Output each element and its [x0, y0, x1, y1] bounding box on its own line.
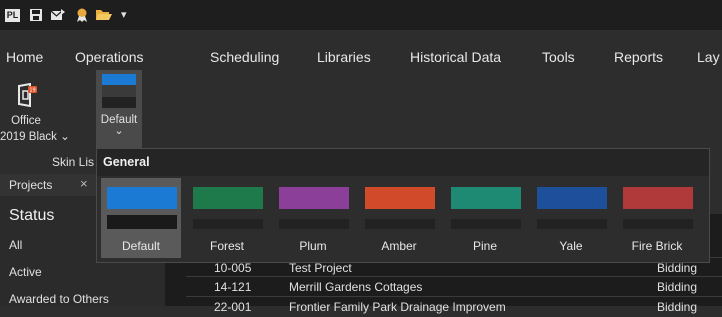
status-item-awarded[interactable]: Awarded to Others	[9, 292, 109, 306]
row-name: Test Project	[289, 261, 352, 275]
quick-access-toolbar: PL ▾	[0, 0, 722, 30]
ribbon-group-label: Skin Lis	[52, 155, 95, 169]
office-skin-label-2: 2019 Black ⌄	[0, 131, 70, 143]
chevron-down-icon: ⌄	[114, 125, 124, 137]
office-skin-label-1: Office	[11, 115, 41, 127]
close-icon[interactable]: ×	[80, 176, 88, 191]
swatch-yale[interactable]: Yale	[531, 178, 611, 258]
menu-home[interactable]: Home	[6, 44, 43, 70]
swatch-color	[107, 187, 177, 209]
swatch-color	[623, 187, 693, 209]
menu-reports[interactable]: Reports	[614, 44, 663, 70]
swatch-label: Default	[121, 239, 161, 253]
swatch-color	[451, 187, 521, 209]
tab-projects[interactable]: Projects ×	[0, 174, 100, 196]
swatch-fire-brick[interactable]: Fire Brick	[617, 178, 697, 258]
swatch-color	[193, 187, 263, 209]
save-icon[interactable]	[29, 8, 43, 22]
swatch-amber[interactable]: Amber	[359, 178, 439, 258]
swatch-label: Forest	[209, 239, 244, 253]
status-heading: Status	[9, 207, 55, 224]
chevron-down-icon: ⌄	[60, 131, 70, 143]
row-id: 14-121	[214, 280, 252, 294]
swatch-color	[279, 187, 349, 209]
gallery-group-title: General	[103, 155, 150, 169]
swatch-forest[interactable]: Forest	[187, 178, 267, 258]
table-row[interactable]: 14-121 Merrill Gardens Cottages Bidding	[186, 276, 722, 297]
menu-layout[interactable]: Lay	[697, 44, 720, 70]
app-logo-icon[interactable]: PL	[5, 9, 20, 22]
swatch-dark-bar	[537, 219, 607, 229]
svg-text:19: 19	[29, 88, 35, 94]
send-mail-icon[interactable]	[50, 8, 66, 22]
office-skin-button[interactable]: 19 Office 2019 Black ⌄	[0, 80, 70, 150]
swatch-label: Amber	[381, 239, 417, 253]
menu-operations[interactable]: Operations	[75, 44, 143, 70]
skin-palette-dropdown: General Default Forest Plum Amber Pine Y…	[96, 148, 710, 263]
status-item-active[interactable]: Active	[9, 265, 42, 279]
open-folder-icon[interactable]	[95, 8, 113, 22]
gallery-group-header: General	[97, 149, 709, 176]
menu-tools[interactable]: Tools	[542, 44, 575, 70]
row-id: 22-001	[214, 300, 252, 314]
menu-libraries[interactable]: Libraries	[317, 44, 371, 70]
row-name: Merrill Gardens Cottages	[289, 280, 423, 294]
status-item-all[interactable]: All	[9, 238, 22, 252]
swatch-label: Plum	[299, 239, 327, 253]
menu-bar: Home Operations Scheduling Libraries His…	[0, 44, 722, 70]
swatch-color	[537, 187, 607, 209]
qat-customize-dropdown[interactable]: ▾	[121, 8, 127, 21]
row-status: Bidding	[657, 261, 698, 275]
row-status: Bidding	[657, 300, 698, 314]
swatch-dark-bar	[451, 219, 521, 229]
swatch-default[interactable]: Default	[101, 178, 181, 258]
menu-historical-data[interactable]: Historical Data	[410, 44, 501, 70]
swatch-plum[interactable]: Plum	[273, 178, 353, 258]
menu-scheduling[interactable]: Scheduling	[210, 44, 279, 70]
swatch-dark-bar	[279, 219, 349, 229]
swatch-label: Fire Brick	[631, 239, 683, 253]
swatch-dark-bar	[365, 219, 435, 229]
palette-default-button[interactable]: Default ⌄	[96, 70, 142, 148]
row-name: Frontier Family Park Drainage Improvem	[289, 300, 506, 314]
swatch-label: Pine	[472, 239, 498, 253]
swatch-color	[365, 187, 435, 209]
row-status: Bidding	[657, 280, 698, 294]
palette-preview-icon	[102, 74, 136, 108]
table-row[interactable]: 22-001 Frontier Family Park Drainage Imp…	[186, 296, 722, 317]
office-logo-icon: 19	[18, 83, 37, 107]
tab-projects-label: Projects	[9, 178, 53, 192]
swatch-pine[interactable]: Pine	[445, 178, 525, 258]
swatch-dark-bar	[193, 219, 263, 229]
swatch-dark-bar	[623, 219, 693, 229]
swatch-dark-bar	[107, 215, 177, 229]
ribbon-award-icon[interactable]	[75, 7, 89, 23]
ribbon: 19 Office 2019 Black ⌄ Default ⌄	[0, 70, 722, 150]
row-id: 10-005	[214, 261, 252, 275]
swatch-label: Yale	[559, 239, 583, 253]
